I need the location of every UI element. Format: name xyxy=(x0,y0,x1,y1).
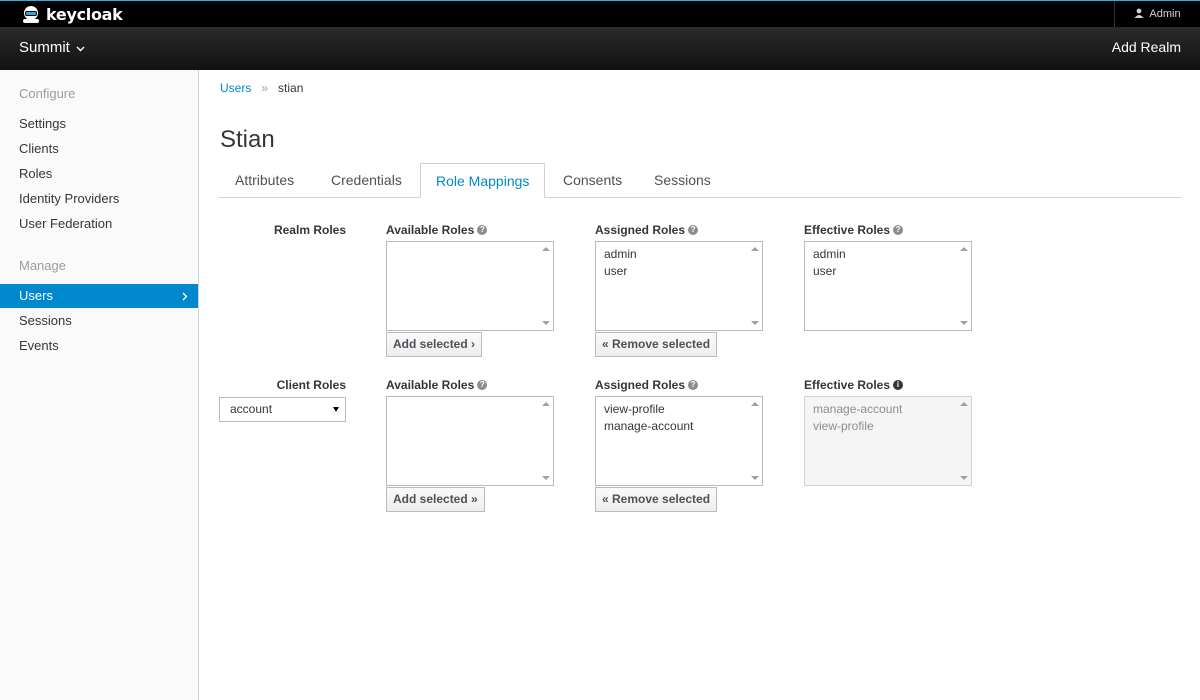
list-item[interactable]: view-profile xyxy=(604,401,754,418)
scrollbar[interactable] xyxy=(539,242,553,330)
sidebar-item-user-federation[interactable]: User Federation xyxy=(0,212,198,236)
sidebar-item-users[interactable]: Users xyxy=(0,284,198,308)
sidebar-section-manage: Manage xyxy=(19,258,66,273)
user-tabs: Attributes Credentials Role Mappings Con… xyxy=(219,163,1181,198)
breadcrumb: Users » stian xyxy=(220,81,303,95)
sidebar-item-sessions[interactable]: Sessions xyxy=(0,309,198,333)
sidebar-item-roles[interactable]: Roles xyxy=(0,162,198,186)
client-remove-selected-button[interactable]: « Remove selected xyxy=(595,487,718,512)
keycloak-logo-icon xyxy=(20,4,42,24)
brand-name: keycloak xyxy=(46,4,123,24)
list-item[interactable]: user xyxy=(813,263,963,280)
realm-bar: Summit Add Realm xyxy=(0,27,1200,70)
client-select[interactable]: account xyxy=(219,397,346,422)
help-icon[interactable]: ? xyxy=(893,225,904,235)
client-select-value: account xyxy=(230,402,273,416)
sidebar-section-configure: Configure xyxy=(19,86,76,101)
user-menu[interactable]: Admin xyxy=(1114,1,1200,27)
realm-available-roles-label: Available Roles ? xyxy=(386,223,488,237)
list-item[interactable]: admin xyxy=(813,246,963,263)
realm-assigned-roles-list[interactable]: admin user xyxy=(595,241,763,331)
help-icon[interactable]: ? xyxy=(477,380,488,390)
scrollbar[interactable] xyxy=(748,397,762,485)
sidebar: Configure Settings Clients Roles Identit… xyxy=(0,70,199,700)
page-title: Stian xyxy=(220,126,275,153)
top-navbar: keycloak Admin xyxy=(0,0,1200,27)
breadcrumb-users-link[interactable]: Users xyxy=(220,81,251,95)
scrollbar xyxy=(957,397,971,485)
list-item[interactable]: manage-account xyxy=(604,418,754,435)
realm-remove-selected-button[interactable]: « Remove selected xyxy=(595,332,718,357)
sidebar-item-identity-providers[interactable]: Identity Providers xyxy=(0,187,198,211)
client-assigned-roles-list[interactable]: view-profile manage-account xyxy=(595,396,763,486)
realm-name: Summit xyxy=(19,39,70,56)
scrollbar[interactable] xyxy=(748,242,762,330)
user-name: Admin xyxy=(1149,8,1181,20)
client-assigned-roles-label: Assigned Roles ? xyxy=(595,378,699,392)
realm-available-roles-list[interactable] xyxy=(386,241,554,331)
chevron-right-icon xyxy=(182,284,188,309)
realm-assigned-roles-label: Assigned Roles ? xyxy=(595,223,699,237)
keycloak-logo[interactable]: keycloak xyxy=(20,4,123,24)
breadcrumb-current: stian xyxy=(278,81,304,95)
client-available-roles-label: Available Roles ? xyxy=(386,378,488,392)
tab-credentials[interactable]: Credentials xyxy=(316,163,417,198)
tab-attributes[interactable]: Attributes xyxy=(220,163,309,198)
scrollbar[interactable] xyxy=(539,397,553,485)
realm-roles-label: Realm Roles xyxy=(273,223,346,237)
add-realm-link[interactable]: Add Realm xyxy=(1112,39,1181,55)
sidebar-item-settings[interactable]: Settings xyxy=(0,112,198,136)
tab-role-mappings[interactable]: Role Mappings xyxy=(420,163,546,198)
help-icon[interactable]: ? xyxy=(477,225,488,235)
list-item[interactable]: user xyxy=(604,263,754,280)
client-effective-roles-label: Effective Roles i xyxy=(804,378,904,392)
caret-down-icon xyxy=(333,407,339,412)
user-icon xyxy=(1134,8,1144,21)
info-icon[interactable]: i xyxy=(893,380,904,390)
list-item: manage-account xyxy=(813,402,903,416)
client-roles-label: Client Roles xyxy=(276,378,346,392)
client-effective-roles-list: manage-account view-profile xyxy=(804,396,972,486)
sidebar-item-clients[interactable]: Clients xyxy=(0,137,198,161)
client-available-roles-list[interactable] xyxy=(386,396,554,486)
scrollbar[interactable] xyxy=(957,242,971,330)
help-icon[interactable]: ? xyxy=(688,225,699,235)
breadcrumb-separator: » xyxy=(261,81,269,95)
client-add-selected-button[interactable]: Add selected » xyxy=(386,487,485,512)
chevron-down-icon xyxy=(76,39,85,56)
realm-selector[interactable]: Summit xyxy=(19,39,85,56)
sidebar-item-events[interactable]: Events xyxy=(0,334,198,358)
realm-effective-roles-label: Effective Roles ? xyxy=(804,223,904,237)
tab-sessions[interactable]: Sessions xyxy=(639,163,726,198)
list-item: view-profile xyxy=(813,419,874,433)
realm-add-selected-button[interactable]: Add selected › xyxy=(386,332,483,357)
list-item[interactable]: admin xyxy=(604,246,754,263)
realm-effective-roles-list[interactable]: admin user xyxy=(804,241,972,331)
sidebar-item-label: Users xyxy=(19,288,53,303)
tab-consents[interactable]: Consents xyxy=(548,163,637,198)
help-icon[interactable]: ? xyxy=(688,380,699,390)
